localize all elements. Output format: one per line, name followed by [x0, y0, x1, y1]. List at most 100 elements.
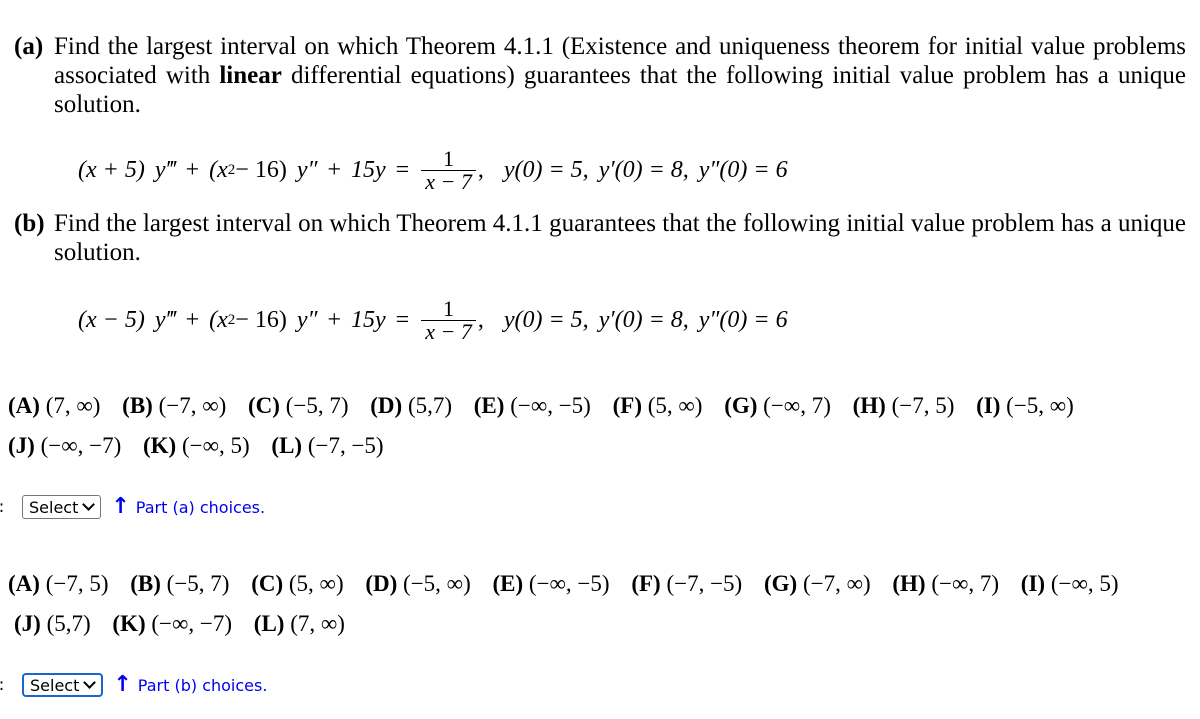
choice-a-E: (E) (−∞, −5) — [474, 386, 591, 426]
choice-a-G: (G) (−∞, 7) — [724, 386, 831, 426]
part-a-text-bold: linear — [219, 62, 282, 89]
choice-value: (−7, −5) — [307, 433, 384, 458]
choice-a-F: (F) (5, ∞) — [613, 386, 703, 426]
eq-b-numerator: 1 — [443, 295, 455, 321]
eq-b-comma: , — [477, 306, 484, 333]
choice-a-J: (J) (−∞, −7) — [8, 426, 121, 466]
eq-b-coef1: (x − 5) — [78, 306, 145, 333]
part-b-choices-row-2: (J) (5,7) (K) (−∞, −7) (L) (7, ∞) — [8, 604, 1135, 644]
choice-a-I: (I) (−5, ∞) — [976, 386, 1074, 426]
choice-value: (−∞, −5) — [528, 571, 610, 596]
part-a-answer-prefix: ): — [0, 497, 22, 517]
choice-label: (I) — [976, 393, 1001, 418]
choice-value: (−7, −5) — [666, 571, 743, 596]
eq-a-rhs-fraction: 1 x − 7 — [421, 145, 476, 193]
choice-label: (C) — [251, 571, 284, 596]
part-a-choices: (A) (7, ∞) (B) (−7, ∞) (C) (−5, 7) (D) (… — [8, 386, 1090, 466]
choice-value: (−5, 7) — [166, 571, 230, 596]
eq-a-ic2: y′(0) = 8, — [598, 156, 689, 183]
choice-b-B: (B) (−5, 7) — [130, 564, 229, 604]
eq-a-coef2-rest: − 16) — [235, 156, 287, 183]
part-a-answer-select[interactable]: Select — [22, 495, 102, 519]
choice-label: (A) — [8, 571, 40, 596]
choice-b-L: (L) (7, ∞) — [254, 604, 345, 644]
eq-b-ic1: y(0) = 5, — [503, 306, 589, 333]
chevron-down-icon — [83, 676, 97, 689]
choice-label: (G) — [763, 571, 798, 596]
choice-value: (−∞, 7) — [763, 393, 831, 418]
part-b-answer-row: ): Select ↑ Part (b) choices. — [0, 673, 267, 697]
part-b-hint: ↑ Part (b) choices. — [113, 674, 267, 696]
eq-a-equals: = — [395, 156, 410, 183]
choice-label: (L) — [253, 611, 285, 636]
choice-value: (−∞, 5) — [181, 433, 250, 458]
part-a-answer-row: ): Select ↑ Part (a) choices. — [0, 495, 265, 519]
choice-b-G: (G) (−7, ∞) — [764, 564, 871, 604]
choice-a-A: (A) (7, ∞) — [8, 386, 100, 426]
chevron-down-icon — [82, 498, 96, 511]
eq-a-term3: 15y — [351, 156, 386, 183]
eq-a-coef1: (x + 5) — [78, 156, 145, 183]
eq-b-ic3: y″(0) = 6 — [698, 306, 788, 333]
choice-value: (5, ∞) — [647, 393, 703, 418]
eq-b-deriv2: y″ — [296, 306, 318, 333]
choice-value: (−5, ∞) — [403, 571, 471, 596]
choice-label: (G) — [724, 393, 758, 418]
choice-value: (−∞, 7) — [931, 571, 1000, 596]
choice-a-K: (K) (−∞, 5) — [143, 426, 250, 466]
eq-b-exponent: 2 — [227, 311, 236, 328]
choice-b-K: (K) (−∞, −7) — [112, 604, 232, 644]
part-a-label: (a) — [14, 33, 44, 60]
eq-b-denominator: x − 7 — [421, 319, 476, 343]
choice-b-H: (H) (−∞, 7) — [892, 564, 999, 604]
eq-b-equals: = — [395, 306, 410, 333]
choice-label: (H) — [892, 571, 926, 596]
eq-a-deriv1: y‴ — [154, 156, 176, 183]
choice-label: (D) — [370, 393, 403, 418]
eq-b-plus2: + — [327, 306, 342, 333]
choice-a-B: (B) (−7, ∞) — [122, 386, 226, 426]
part-a-prompt: (a) Find the largest interval on which T… — [14, 32, 1186, 119]
eq-b-ic2: y′(0) = 8, — [598, 306, 689, 333]
choice-value: (−7, 5) — [891, 393, 955, 418]
choice-label: (H) — [852, 393, 886, 418]
choice-label: (I) — [1020, 571, 1046, 596]
choice-label: (J) — [8, 433, 35, 458]
part-a-text: Find the largest interval on which Theor… — [54, 32, 1186, 119]
eq-a-comma: , — [477, 156, 484, 183]
eq-b-coef2-rest: − 16) — [235, 306, 287, 333]
eq-a-numerator: 1 — [443, 145, 455, 171]
choice-value: (−∞, −5) — [510, 393, 591, 418]
choice-b-A: (A) (−7, 5) — [8, 564, 108, 604]
part-b-equation: (x − 5) y‴ + (x 2 − 16) y″ + 15y = 1 x − … — [78, 297, 788, 343]
choice-label: (F) — [631, 571, 661, 596]
choice-value: (−∞, 5) — [1050, 571, 1119, 596]
choice-label: (K) — [112, 611, 146, 636]
part-a-choices-row-2: (J) (−∞, −7) (K) (−∞, 5) (L) (−7, −5) — [8, 426, 1090, 466]
eq-a-plus2: + — [327, 156, 342, 183]
part-b-choices: (A) (−7, 5) (B) (−5, 7) (C) (5, ∞) (D) (… — [8, 564, 1135, 644]
part-b-choices-row-1: (A) (−7, 5) (B) (−5, 7) (C) (5, ∞) (D) (… — [8, 564, 1135, 604]
choice-a-L: (L) (−7, −5) — [271, 426, 383, 466]
part-b-prompt: (b) Find the largest interval on which T… — [14, 209, 1186, 267]
part-a-hint-text: Part (a) choices. — [135, 497, 266, 517]
choice-value: (−∞, −7) — [40, 433, 122, 458]
choice-a-C: (C) (−5, 7) — [248, 386, 348, 426]
choice-label: (L) — [271, 433, 303, 458]
choice-b-F: (F) (−7, −5) — [631, 564, 742, 604]
choice-a-D: (D) (5,7) — [370, 386, 452, 426]
eq-a-ic3: y″(0) = 6 — [698, 156, 788, 183]
eq-a-deriv2: y″ — [296, 156, 318, 183]
eq-b-plus1: + — [185, 306, 200, 333]
eq-a-coef2-open: (x — [209, 156, 228, 183]
part-b-answer-prefix: ): — [0, 675, 22, 695]
eq-a-ic1: y(0) = 5, — [503, 156, 589, 183]
eq-a-denominator: x − 7 — [421, 169, 476, 193]
part-b-answer-select[interactable]: Select — [22, 673, 104, 697]
choice-label: (B) — [130, 571, 161, 596]
part-a-equation: (x + 5) y‴ + (x 2 − 16) y″ + 15y = 1 x − … — [78, 147, 788, 193]
choice-label: (D) — [365, 571, 398, 596]
choice-label: (E) — [473, 393, 505, 418]
choice-a-H: (H) (−7, 5) — [853, 386, 955, 426]
part-b-label: (b) — [14, 210, 45, 237]
